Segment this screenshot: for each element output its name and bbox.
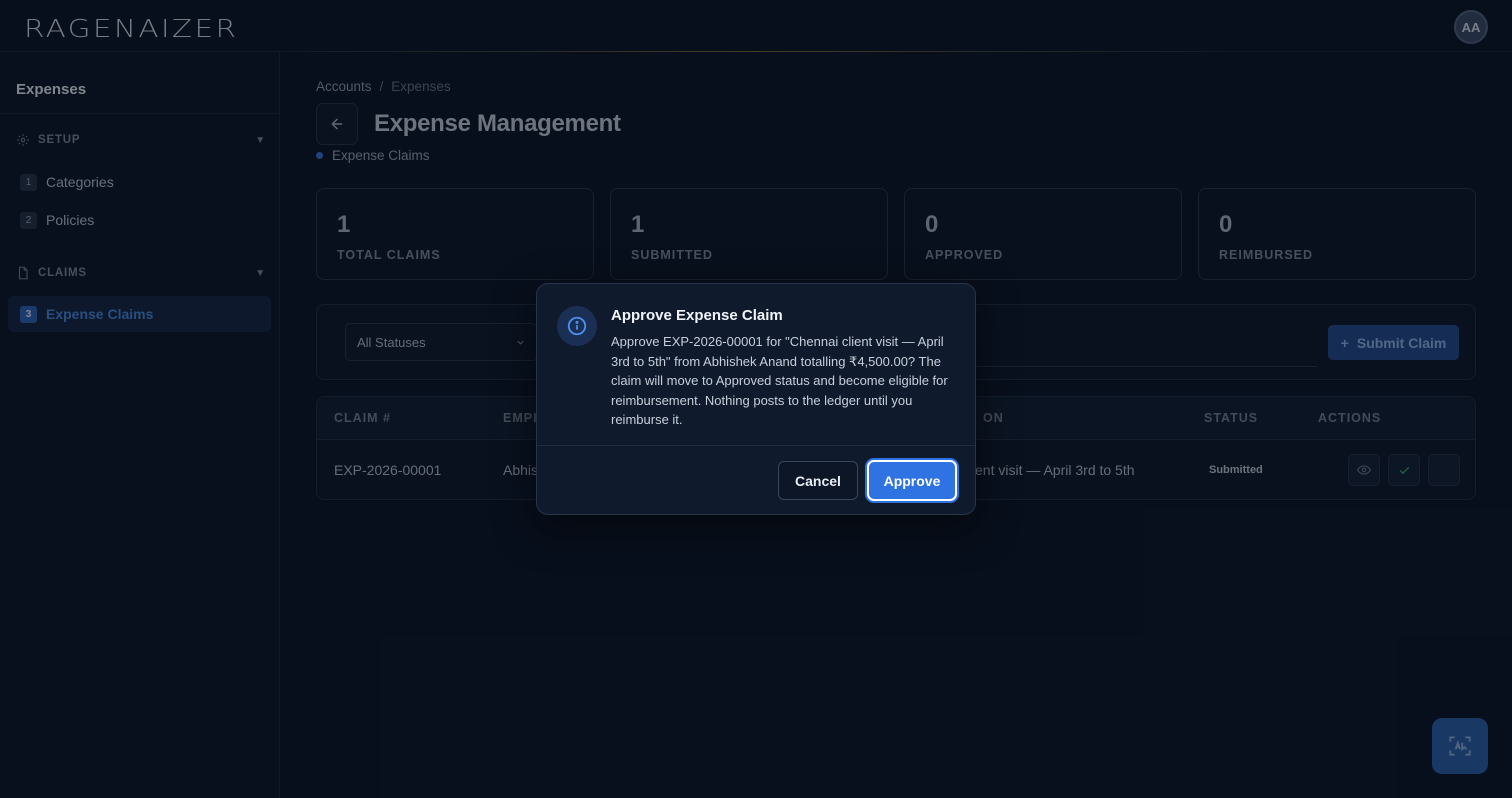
- dialog-divider: [537, 445, 975, 446]
- approve-button[interactable]: Approve: [867, 460, 957, 501]
- dialog-title: Approve Expense Claim: [611, 307, 783, 324]
- cancel-button[interactable]: Cancel: [778, 461, 858, 500]
- dialog-message: Approve EXP-2026-00001 for "Chennai clie…: [611, 334, 948, 427]
- approve-claim-dialog: Approve Expense Claim Approve EXP-2026-0…: [536, 283, 976, 515]
- info-icon: [557, 306, 597, 346]
